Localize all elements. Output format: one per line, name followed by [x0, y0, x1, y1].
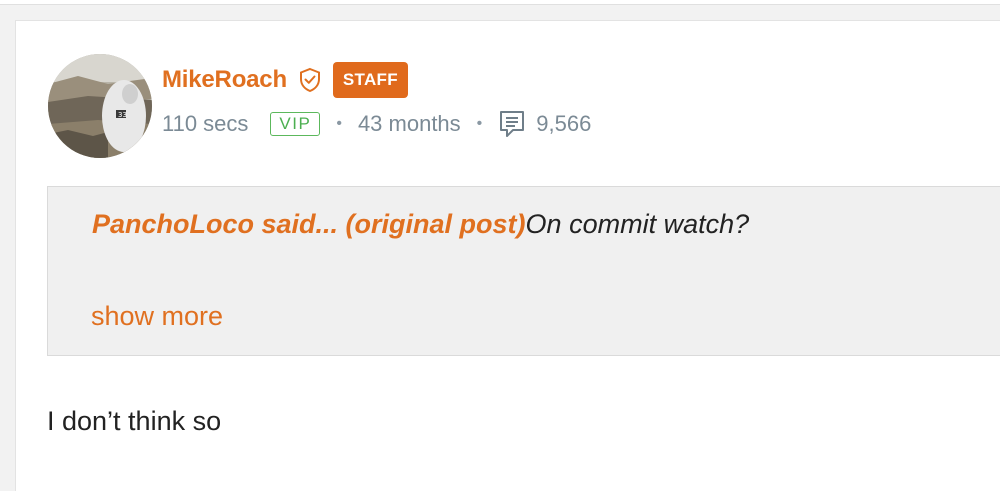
- original-post-link[interactable]: original post: [355, 209, 517, 239]
- author-row: MikeRoach STAFF: [162, 61, 408, 99]
- quote-line: PanchoLoco said... (original post)On com…: [92, 209, 749, 240]
- author-name[interactable]: MikeRoach: [162, 66, 287, 94]
- quote-close-paren: ): [516, 209, 526, 239]
- quote-author[interactable]: PanchoLoco said...: [92, 209, 338, 239]
- quote-text: On commit watch?: [525, 209, 750, 239]
- post-card: 33 MikeRoach STAFF 110 secs VIP • 43 mon…: [15, 20, 1000, 491]
- separator-dot: •: [476, 115, 483, 132]
- quote-open-paren: (: [338, 209, 355, 239]
- post-count[interactable]: 9,566: [536, 111, 591, 137]
- avatar[interactable]: 33: [48, 54, 152, 158]
- avatar-image: 33: [48, 54, 152, 158]
- member-duration: 43 months: [357, 111, 461, 136]
- svg-text:33: 33: [118, 111, 127, 119]
- previous-card-edge: [0, 0, 1000, 5]
- post-body: I don’t think so: [47, 406, 222, 436]
- shield-check-icon: [297, 67, 323, 93]
- show-more-link[interactable]: show more: [91, 301, 223, 332]
- separator-dot: •: [336, 115, 342, 132]
- staff-badge: STAFF: [332, 62, 408, 98]
- author-meta: 110 secs VIP • 43 months • 9,566: [162, 109, 591, 139]
- vip-badge: VIP: [270, 112, 321, 136]
- comments-icon: [498, 109, 526, 139]
- quote-box: PanchoLoco said... (original post)On com…: [47, 186, 1000, 356]
- online-time: 110 secs: [162, 111, 249, 136]
